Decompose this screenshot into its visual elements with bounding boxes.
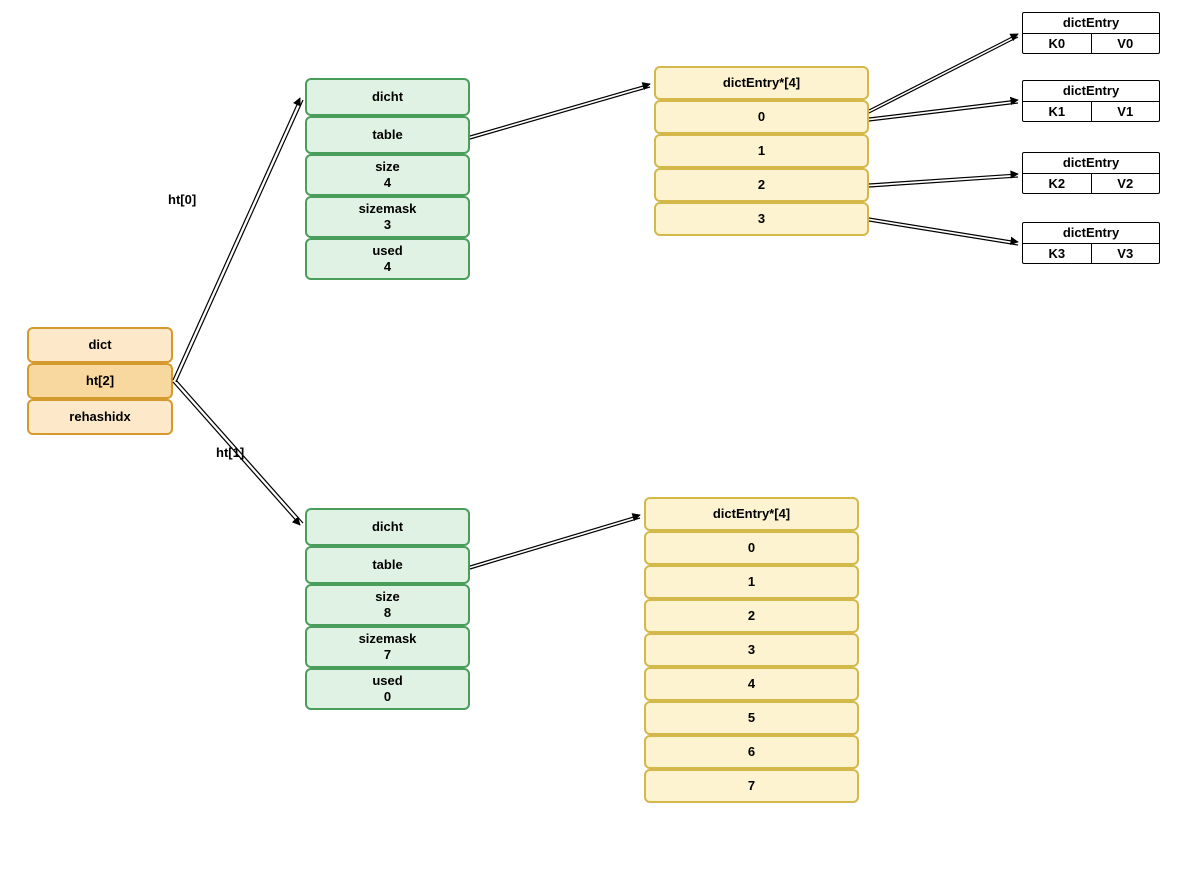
arr0-title: dictEntry*[4] (654, 66, 869, 100)
dict-rehashidx: rehashidx (27, 399, 173, 435)
arr1-slot-3: 3 (644, 633, 859, 667)
entry-1-title: dictEntry (1063, 81, 1119, 101)
entry-0: dictEntry K0 V0 (1022, 12, 1160, 54)
dicht1-sizemask: sizemask 7 (305, 626, 470, 668)
entry-1: dictEntry K1 V1 (1022, 80, 1160, 122)
dicht1-size: size 8 (305, 584, 470, 626)
entry-3: dictEntry K3 V3 (1022, 222, 1160, 264)
dicht1-used-value: 0 (384, 689, 391, 705)
label-ht0: ht[0] (168, 192, 196, 207)
arr1-slot-7: 7 (644, 769, 859, 803)
dicht1-sizemask-label: sizemask (359, 631, 417, 647)
entry-1-k: K1 (1023, 101, 1092, 121)
arr0-slot-0: 0 (654, 100, 869, 134)
entry-3-k: K3 (1023, 243, 1092, 263)
arr0-slot-3: 3 (654, 202, 869, 236)
dicht0-table: table (305, 116, 470, 154)
entry-2: dictEntry K2 V2 (1022, 152, 1160, 194)
entry-2-k: K2 (1023, 173, 1092, 193)
label-ht1: ht[1] (216, 445, 244, 460)
dicht1-size-value: 8 (384, 605, 391, 621)
dicht0-title: dicht (305, 78, 470, 116)
dict-ht: ht[2] (27, 363, 173, 399)
arr1-slot-1: 1 (644, 565, 859, 599)
entry-2-v: V2 (1092, 173, 1160, 193)
dicht0-sizemask: sizemask 3 (305, 196, 470, 238)
dicht0-used: used 4 (305, 238, 470, 280)
arr1-title: dictEntry*[4] (644, 497, 859, 531)
entry-0-k: K0 (1023, 33, 1092, 53)
arr0-slot-1: 1 (654, 134, 869, 168)
arr1-slot-0: 0 (644, 531, 859, 565)
dicht1-size-label: size (375, 589, 400, 605)
arr0-slot-2: 2 (654, 168, 869, 202)
dicht0-used-label: used (372, 243, 402, 259)
entry-0-title: dictEntry (1063, 13, 1119, 33)
arr1-slot-4: 4 (644, 667, 859, 701)
dicht0-sizemask-value: 3 (384, 217, 391, 233)
dicht0-sizemask-label: sizemask (359, 201, 417, 217)
arr1-slot-2: 2 (644, 599, 859, 633)
dicht1-table: table (305, 546, 470, 584)
arr1-slot-6: 6 (644, 735, 859, 769)
dicht1-sizemask-value: 7 (384, 647, 391, 663)
entry-3-v: V3 (1092, 243, 1160, 263)
dicht0-size: size 4 (305, 154, 470, 196)
dicht1-title: dicht (305, 508, 470, 546)
dict-title: dict (27, 327, 173, 363)
dicht1-used: used 0 (305, 668, 470, 710)
entry-2-title: dictEntry (1063, 153, 1119, 173)
arr1-slot-5: 5 (644, 701, 859, 735)
dicht0-size-label: size (375, 159, 400, 175)
dicht0-size-value: 4 (384, 175, 391, 191)
arrows-svg (0, 0, 1192, 871)
entry-3-title: dictEntry (1063, 223, 1119, 243)
entry-1-v: V1 (1092, 101, 1160, 121)
dicht1-used-label: used (372, 673, 402, 689)
dicht0-used-value: 4 (384, 259, 391, 275)
entry-0-v: V0 (1092, 33, 1160, 53)
